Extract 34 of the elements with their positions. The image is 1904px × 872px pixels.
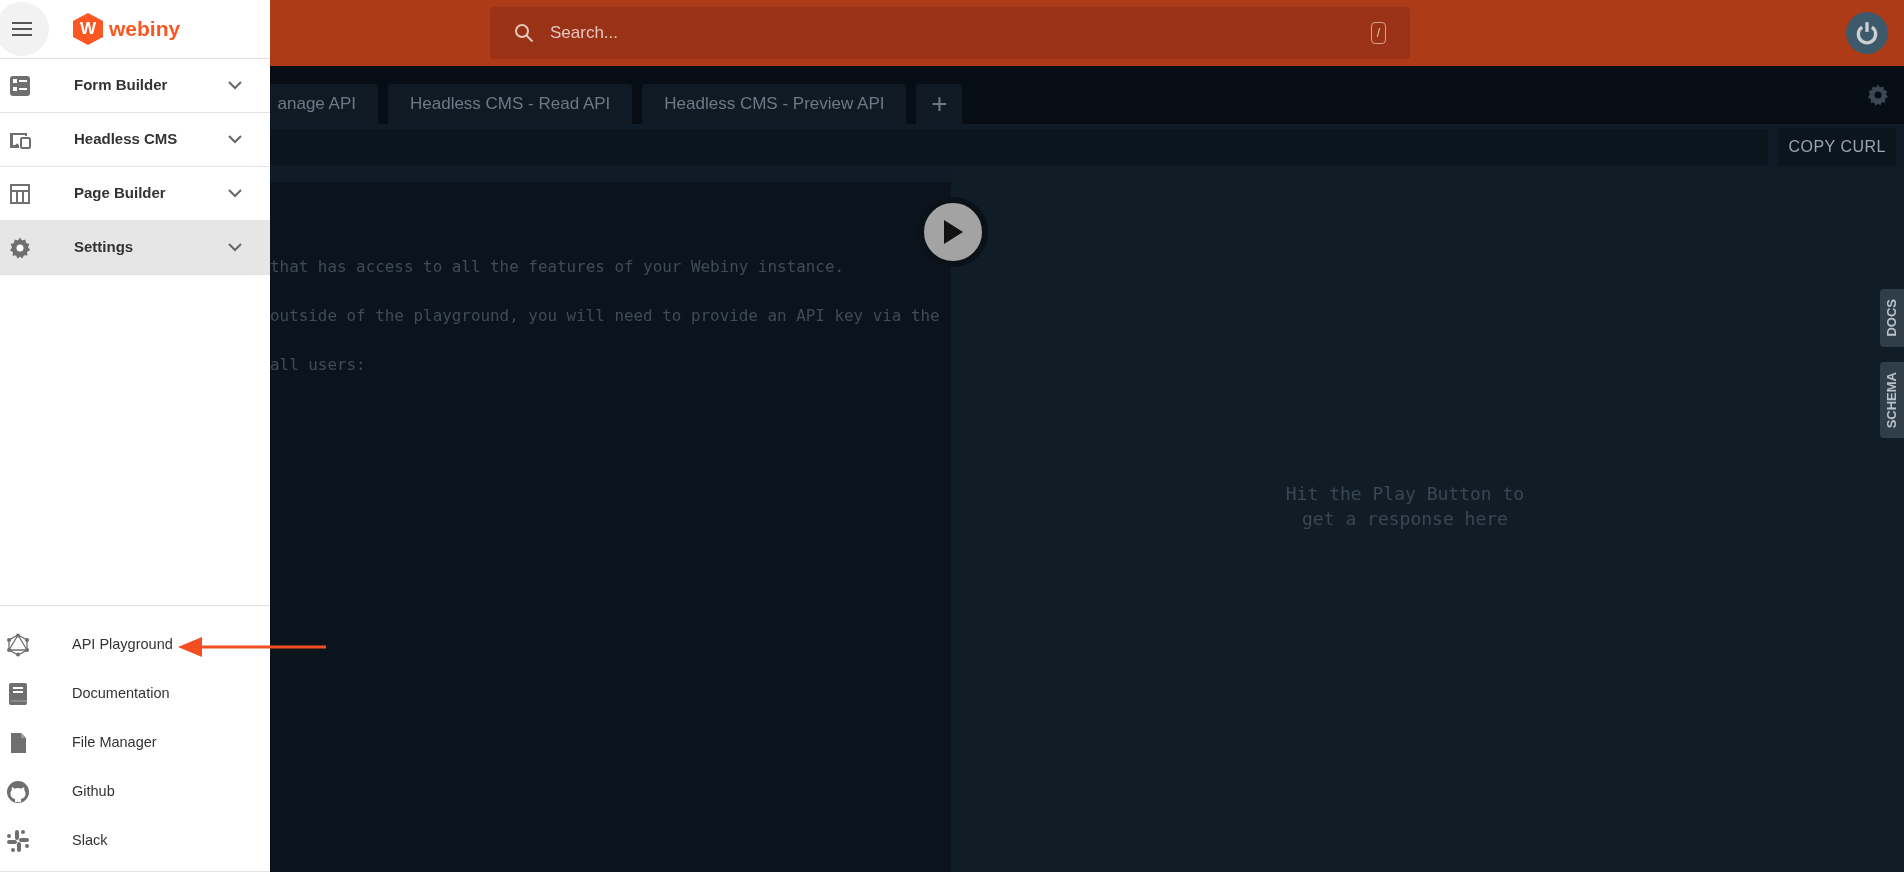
sidebar-link[interactable]: Github bbox=[0, 767, 270, 816]
graphql-icon bbox=[6, 632, 30, 657]
side-tab[interactable]: DOCS bbox=[1880, 289, 1904, 347]
form-icon bbox=[8, 73, 32, 98]
menu-icon bbox=[11, 21, 33, 37]
query-tab[interactable]: Headless CMS - Preview API bbox=[642, 84, 907, 124]
menu-button[interactable] bbox=[0, 2, 49, 56]
shortcut-key: / bbox=[1370, 22, 1386, 44]
github-icon bbox=[6, 779, 30, 804]
code-line: that has access to all the features of your Webiny instance. bbox=[270, 256, 846, 278]
sidebar-link[interactable]: API Playground bbox=[0, 620, 270, 669]
url-field[interactable] bbox=[270, 129, 1769, 165]
search-bar[interactable]: Search... / bbox=[490, 7, 1410, 59]
sidebar-link[interactable]: Documentation bbox=[0, 669, 270, 718]
logo-mark: W bbox=[73, 13, 103, 45]
logo-text: webiny bbox=[109, 16, 181, 43]
settings-icon bbox=[8, 235, 32, 260]
query-tab[interactable]: anage API bbox=[270, 84, 378, 124]
book-icon bbox=[6, 681, 30, 706]
query-tab[interactable]: Headless CMS - Read API bbox=[388, 84, 633, 124]
slack-icon bbox=[6, 828, 30, 853]
user-avatar[interactable] bbox=[1846, 12, 1888, 54]
play-icon bbox=[942, 219, 964, 245]
search-icon bbox=[514, 23, 534, 43]
search-input[interactable]: Search... bbox=[548, 19, 1371, 47]
add-tab-button[interactable]: + bbox=[916, 84, 963, 124]
sidebar-link[interactable]: Slack bbox=[0, 816, 270, 865]
code-line: all users: bbox=[270, 354, 367, 376]
code-line: outside of the playground, you will need to provide an API key via the bbox=[270, 305, 941, 327]
sidebar-menu-item[interactable]: Settings bbox=[0, 221, 270, 275]
sidebar-link[interactable]: File Manager bbox=[0, 718, 270, 767]
copy-curl-button[interactable]: COPY CURL bbox=[1778, 128, 1896, 166]
layout-icon bbox=[8, 181, 32, 206]
side-tab[interactable]: SCHEMA bbox=[1880, 361, 1904, 438]
